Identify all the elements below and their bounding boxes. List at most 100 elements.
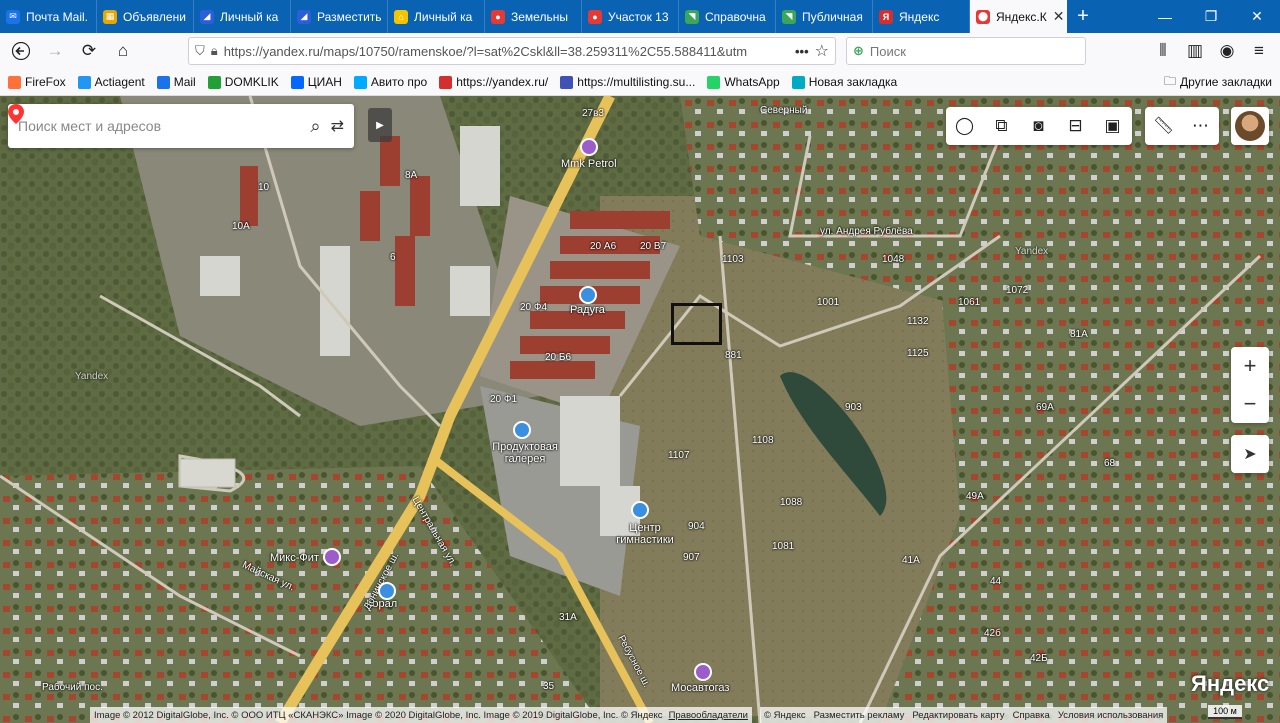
poi-raduga[interactable]: Радуга [570, 304, 605, 316]
page-actions-menu-icon[interactable]: ••• [795, 44, 809, 59]
tab-favicon-icon: ⬤ [976, 9, 990, 24]
ruler-icon[interactable]: 📏︎ [1145, 107, 1182, 145]
map-search-placeholder[interactable]: Поиск мест и адресов [18, 118, 301, 134]
rights-holders-link[interactable]: Правообладатели [669, 710, 748, 721]
bookmark-item[interactable]: Новая закладка [791, 75, 897, 89]
tab-favicon-icon: ◥ [782, 9, 796, 24]
footer-terms-link[interactable]: Условия использования [1058, 710, 1163, 721]
footer-advertise-link[interactable]: Разместить рекламу [814, 710, 905, 721]
map-type-icon[interactable]: ▣ [1094, 107, 1131, 145]
transit-icon[interactable]: ⊟ [1057, 107, 1094, 145]
shop-pin-icon[interactable] [513, 421, 531, 439]
bookmark-item[interactable]: Mail [156, 75, 196, 89]
footer-edit-map-link[interactable]: Редактировать карту [912, 710, 1004, 721]
account-icon[interactable]: ◉ [1212, 36, 1242, 66]
bookmark-item[interactable]: https://yandex.ru/ [439, 75, 548, 89]
house-number: 27в3 [582, 108, 604, 119]
tab-favicon-icon: ● [588, 9, 602, 24]
hamburger-menu-icon[interactable]: ≡ [1244, 36, 1274, 66]
library-icon[interactable]: ⫴ [1148, 36, 1178, 66]
bookmark-item[interactable]: Авито про [353, 75, 428, 89]
house-number: 881 [725, 350, 742, 361]
browser-tab[interactable]: ◢ Разместить [291, 0, 388, 33]
lock-icon[interactable]: 🔒︎ [211, 43, 218, 59]
browser-tab[interactable]: ● Земельны [485, 0, 582, 33]
sidebar-icon[interactable]: ▥ [1180, 36, 1210, 66]
bookmark-label: Mail [173, 75, 196, 89]
geolocation-icon[interactable]: ➤ [1231, 435, 1269, 473]
bookmark-favicon-icon [560, 75, 574, 89]
zoom-in-icon[interactable]: + [1231, 347, 1269, 385]
back-arrow-icon[interactable] [6, 36, 36, 66]
browser-tab[interactable]: ⬤ Яндекс.К ✕ [970, 0, 1067, 33]
poi-produktovaya[interactable]: Продуктовая галерея [490, 441, 560, 465]
browser-tab[interactable]: ● Участок 13 [582, 0, 679, 33]
fitness-pin-icon[interactable] [323, 548, 341, 566]
service-pin-icon[interactable] [694, 663, 712, 681]
bookmark-label: DOMKLIK [224, 75, 279, 89]
poi-miks-fit[interactable]: Микс-Фит [270, 552, 319, 564]
layers-icon[interactable]: ◯ [946, 107, 983, 145]
poi-mmk-petrol[interactable]: Mmk Petrol [561, 158, 617, 170]
search-icon[interactable]: ⌕ [311, 116, 321, 137]
poi-centr-gymnastics[interactable]: Центр гимнастики [610, 522, 680, 546]
house-number: 1081 [772, 541, 795, 552]
browser-tab[interactable]: ✉ Почта Mail. [0, 0, 97, 33]
poi-mosavtogaz[interactable]: Мосавтогаз [671, 682, 729, 694]
more-icon[interactable]: ⋯ [1182, 107, 1219, 145]
bookmark-item[interactable]: ЦИАН [290, 75, 342, 89]
bookmark-label: WhatsApp [724, 75, 780, 89]
camera-icon[interactable]: ◙ [1020, 107, 1057, 145]
browser-tab[interactable]: ▦ Объявлени [97, 0, 194, 33]
maximize-button[interactable]: ❐ [1188, 0, 1234, 33]
browser-search-field[interactable]: ⊕ Поиск [846, 37, 1086, 65]
map-canvas[interactable]: Mmk Petrol Радуга Продуктовая галерея Це… [0, 96, 1280, 723]
location-pin-icon [8, 104, 24, 124]
tab-strip: ✉ Почта Mail. ▦ Объявлени ◢ Личный ка ◢ Размест… [0, 0, 1280, 33]
district-severny: Северный [760, 105, 808, 116]
zoom-out-icon[interactable]: − [1231, 385, 1269, 423]
browser-tab[interactable]: ⌂ Личный ка [388, 0, 485, 33]
browser-tab[interactable]: ◥ Публичная [776, 0, 873, 33]
gas-station-pin-icon[interactable] [580, 138, 598, 156]
shop-pin-icon[interactable] [579, 286, 597, 304]
map-search-box[interactable]: Поиск мест и адресов ⌕ ⇄ [8, 104, 354, 148]
panel-collapse-button[interactable]: ▶ [368, 108, 392, 142]
bookmark-favicon-icon [290, 75, 304, 89]
sport-pin-icon[interactable] [631, 501, 649, 519]
url-bar[interactable]: ⛉ 🔒︎ https://yandex.ru/maps/10750/ramens… [188, 37, 836, 65]
tab-label: Справочна [705, 9, 766, 24]
other-bookmarks[interactable]: 🗀︎ Другие закладки [1164, 72, 1272, 93]
bookmark-item[interactable]: FireFox [8, 75, 66, 89]
browser-tab[interactable]: ◢ Личный ка [194, 0, 291, 33]
minimize-button[interactable]: — [1142, 0, 1188, 33]
panorama-icon[interactable]: ⧉ [983, 107, 1020, 145]
bookmark-label: Авито про [370, 75, 428, 89]
browser-tab[interactable]: ◥ Справочна [679, 0, 776, 33]
browser-search-placeholder: Поиск [869, 43, 906, 59]
new-tab-button[interactable]: + [1067, 0, 1099, 33]
footer-help-link[interactable]: Справка [1013, 710, 1050, 721]
bookmark-item[interactable]: WhatsApp [707, 75, 780, 89]
search-engine-icon[interactable]: ⊕ [853, 43, 864, 59]
house-number: 1107 [668, 450, 690, 461]
bookmark-item[interactable]: DOMKLIK [207, 75, 279, 89]
bookmark-item[interactable]: Actiagent [77, 75, 145, 89]
route-icon[interactable]: ⇄ [331, 116, 344, 136]
forward-arrow-icon[interactable]: → [40, 36, 70, 66]
bookmark-star-icon[interactable]: ☆ [815, 41, 829, 61]
close-window-button[interactable]: ✕ [1234, 0, 1280, 33]
url-text[interactable]: https://yandex.ru/maps/10750/ramenskoe/?… [224, 44, 789, 59]
close-tab-icon[interactable]: ✕ [1053, 8, 1065, 25]
bookmark-item[interactable]: https://multilisting.su... [560, 75, 695, 89]
selected-area-marker[interactable] [671, 303, 722, 345]
street-andreya-rubleva: ул. Андрея Рублёва [820, 226, 913, 237]
reload-icon[interactable]: ⟳ [74, 36, 104, 66]
shop-pin-icon[interactable] [378, 582, 396, 600]
home-icon[interactable]: ⌂ [108, 36, 138, 66]
yandex-watermark: Yandex [1015, 246, 1049, 257]
shield-icon[interactable]: ⛉ [195, 43, 205, 59]
browser-tab[interactable]: Я Яндекс [873, 0, 970, 33]
avatar[interactable] [1231, 107, 1269, 145]
tab-label: Участок 13 [608, 9, 669, 24]
